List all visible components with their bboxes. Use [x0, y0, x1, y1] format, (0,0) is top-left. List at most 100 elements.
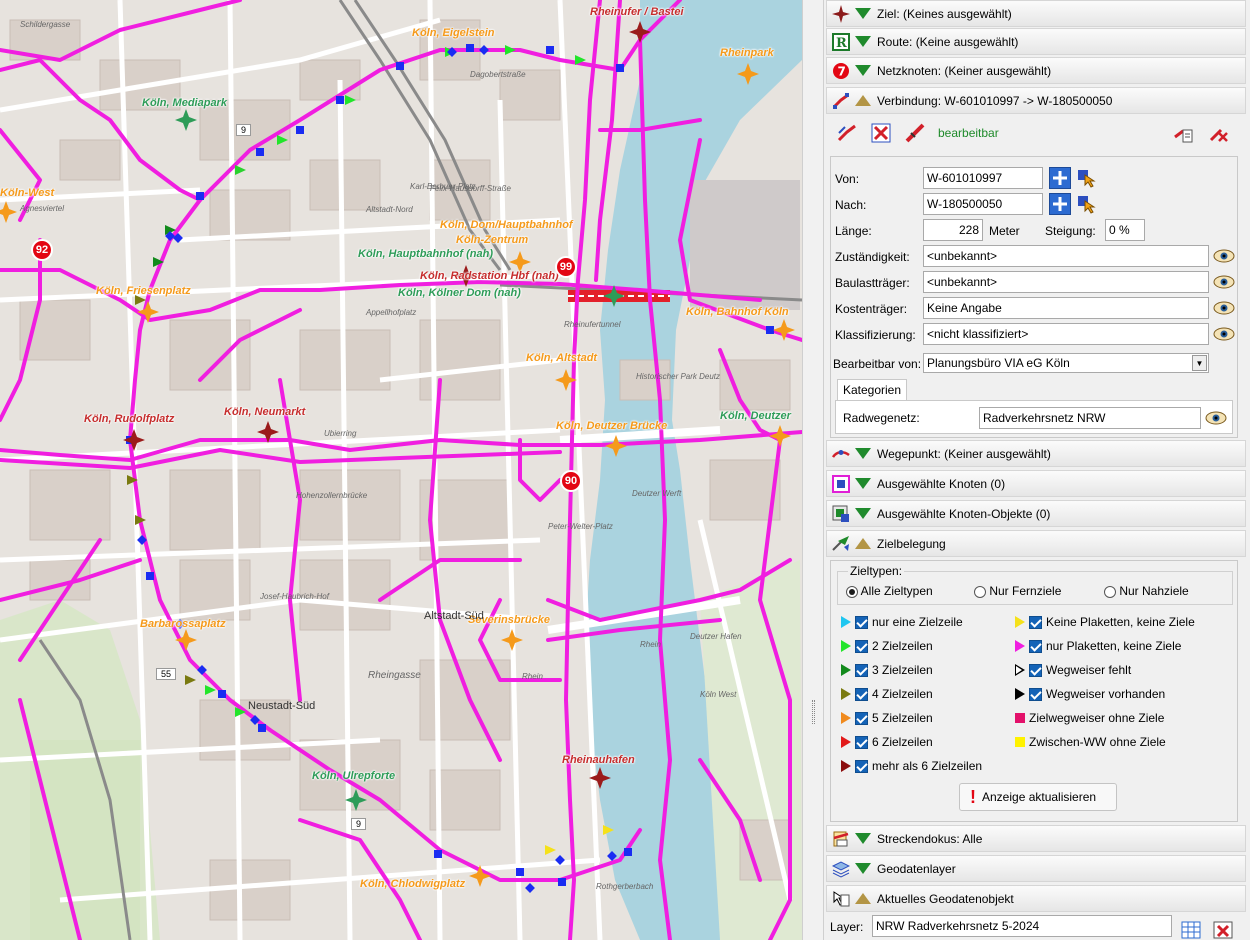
radio-nur-fernziele[interactable]: Nur Fernziele	[974, 584, 1061, 598]
wegepunkt-header[interactable]: Wegepunkt: (Keiner ausgewählt)	[826, 440, 1246, 467]
place-label[interactable]: Köln, Deutzer	[720, 410, 791, 422]
place-label[interactable]: Köln, Eigelstein	[412, 27, 495, 39]
knoten-objekte-header[interactable]: Ausgewählte Knoten-Objekte (0)	[826, 500, 1246, 527]
place-label[interactable]: Köln, Neumarkt	[224, 406, 305, 418]
von-field[interactable]: W-601010997	[923, 167, 1043, 189]
legend-row[interactable]: Keine Plaketten, keine Ziele	[1015, 615, 1195, 629]
kostentraeger-field[interactable]: Keine Angabe	[923, 297, 1209, 319]
legend-row[interactable]: Zielwegweiser ohne Ziele	[1015, 711, 1164, 725]
geodatenobjekt-header[interactable]: Aktuelles Geodatenobjekt	[826, 885, 1246, 912]
laenge-field[interactable]: 228	[923, 219, 983, 241]
legend-checkbox[interactable]	[1029, 687, 1042, 701]
place-label[interactable]: Barbarossaplatz	[140, 618, 226, 630]
pick-nach-button[interactable]	[1075, 193, 1097, 215]
place-label[interactable]: Köln, Friesenplatz	[96, 285, 191, 297]
eye-icon[interactable]	[1213, 301, 1235, 315]
legend-row[interactable]: Zwischen-WW ohne Ziele	[1015, 735, 1166, 749]
place-label[interactable]: Köln-West	[0, 187, 54, 199]
place-label[interactable]: Köln, Altstadt	[526, 352, 597, 364]
place-label[interactable]: Köln, Radstation Hbf (nah)	[420, 270, 559, 282]
place-label[interactable]: Köln, Bahnhof Köln	[686, 306, 789, 318]
edit-connection-button[interactable]	[836, 122, 858, 144]
place-label[interactable]: Köln, Mediapark	[142, 97, 227, 109]
baulasttraeger-field[interactable]: <unbekannt>	[923, 271, 1209, 293]
place-label[interactable]: Köln, Ulrepforte	[312, 770, 395, 782]
legend-row[interactable]: nur eine Zielzeile	[841, 615, 963, 629]
steigung-field[interactable]: 0 %	[1105, 219, 1145, 241]
radio-indicator[interactable]	[846, 585, 858, 598]
legend-checkbox[interactable]	[855, 663, 868, 677]
legend-checkbox[interactable]	[855, 615, 868, 629]
place-label[interactable]: Köln, Dom/Hauptbahnhof	[440, 219, 573, 231]
expand-arrow-icon[interactable]	[855, 833, 871, 844]
split-connection-button[interactable]	[904, 122, 926, 144]
place-label[interactable]: Köln, Hauptbahnhof (nah)	[358, 248, 493, 260]
refresh-display-button[interactable]: ! Anzeige aktualisieren	[959, 783, 1117, 811]
document-connection-button[interactable]	[1172, 122, 1194, 144]
place-label[interactable]: Köln, Chlodwigplatz	[360, 878, 465, 890]
expand-arrow-icon[interactable]	[855, 478, 871, 489]
dropdown-arrow-icon[interactable]: ▼	[1192, 355, 1207, 371]
zielbelegung-header[interactable]: Zielbelegung	[826, 530, 1246, 557]
expand-arrow-icon[interactable]	[855, 508, 871, 519]
eye-icon[interactable]	[1213, 275, 1235, 289]
locate-nach-button[interactable]	[1049, 193, 1071, 215]
ziel-header[interactable]: Ziel: (Keines ausgewählt)	[826, 0, 1246, 27]
legend-checkbox[interactable]	[855, 735, 868, 749]
place-label[interactable]: Rheinpark	[720, 47, 774, 59]
legend-row[interactable]: mehr als 6 Zielzeilen	[841, 759, 982, 773]
route-badge-92[interactable]: 92	[31, 239, 53, 261]
legend-checkbox[interactable]	[855, 759, 868, 773]
place-label[interactable]: Köln, Kölner Dom (nah)	[398, 287, 521, 299]
radio-indicator[interactable]	[974, 585, 986, 598]
collapse-arrow-icon[interactable]	[855, 95, 871, 106]
netzknoten-header[interactable]: 7 Netzknoten: (Keiner ausgewählt)	[826, 57, 1246, 84]
expand-arrow-icon[interactable]	[855, 8, 871, 19]
legend-checkbox[interactable]	[1029, 639, 1042, 653]
place-label[interactable]: Köln-Zentrum	[456, 234, 528, 246]
map-view[interactable]: Rheinufer / Bastei Köln, Eigelstein Rheinp…	[0, 0, 802, 940]
route-badge-99[interactable]: 99	[555, 256, 577, 278]
legend-row[interactable]: 3 Zielzeilen	[841, 663, 933, 677]
expand-arrow-icon[interactable]	[855, 448, 871, 459]
eye-icon[interactable]	[1213, 249, 1235, 263]
legend-checkbox[interactable]	[855, 711, 868, 725]
expand-arrow-icon[interactable]	[855, 863, 871, 874]
place-label[interactable]: Köln, Rudolfplatz	[84, 413, 174, 425]
table-view-button[interactable]	[1180, 918, 1202, 940]
radio-indicator[interactable]	[1104, 585, 1116, 598]
nach-field[interactable]: W-180500050	[923, 193, 1043, 215]
tab-kategorien[interactable]: Kategorien	[837, 379, 907, 401]
place-label[interactable]: Rheinauhafen	[562, 754, 635, 766]
legend-row[interactable]: 2 Zielzeilen	[841, 639, 933, 653]
remove-connection-button[interactable]	[1208, 122, 1230, 144]
legend-row[interactable]: Wegweiser fehlt	[1015, 663, 1131, 677]
verbindung-header[interactable]: Verbindung: W-601010997 -> W-180500050	[826, 87, 1246, 114]
layer-field[interactable]: NRW Radverkehrsnetz 5-2024	[872, 915, 1172, 937]
geodatenlayer-header[interactable]: Geodatenlayer	[826, 855, 1246, 882]
delete-connection-button[interactable]	[870, 122, 892, 144]
radwegenetz-field[interactable]: Radverkehrsnetz NRW	[979, 407, 1201, 429]
collapse-arrow-icon[interactable]	[855, 538, 871, 549]
place-label[interactable]: Köln, Deutzer Brücke	[556, 420, 667, 432]
legend-row[interactable]: Wegweiser vorhanden	[1015, 687, 1165, 701]
pick-von-button[interactable]	[1075, 167, 1097, 189]
expand-arrow-icon[interactable]	[855, 65, 871, 76]
map-canvas[interactable]	[0, 0, 802, 940]
legend-checkbox[interactable]	[1029, 663, 1042, 677]
legend-row[interactable]: 4 Zielzeilen	[841, 687, 933, 701]
place-label[interactable]: Rheinufer / Bastei	[590, 6, 684, 18]
splitter-grip[interactable]	[812, 700, 815, 724]
route-header[interactable]: R Route: (Keine ausgewählt)	[826, 28, 1246, 55]
legend-checkbox[interactable]	[855, 687, 868, 701]
legend-row[interactable]: 5 Zielzeilen	[841, 711, 933, 725]
collapse-arrow-icon[interactable]	[855, 893, 871, 904]
route-badge-90[interactable]: 90	[560, 470, 582, 492]
expand-arrow-icon[interactable]	[855, 36, 871, 47]
eye-icon[interactable]	[1205, 411, 1227, 425]
radio-nur-nahziele[interactable]: Nur Nahziele	[1104, 584, 1189, 598]
streckendokus-header[interactable]: Streckendokus: Alle	[826, 825, 1246, 852]
legend-row[interactable]: 6 Zielzeilen	[841, 735, 933, 749]
close-object-button[interactable]	[1212, 918, 1234, 940]
klassifizierung-field[interactable]: <nicht klassifiziert>	[923, 323, 1209, 345]
